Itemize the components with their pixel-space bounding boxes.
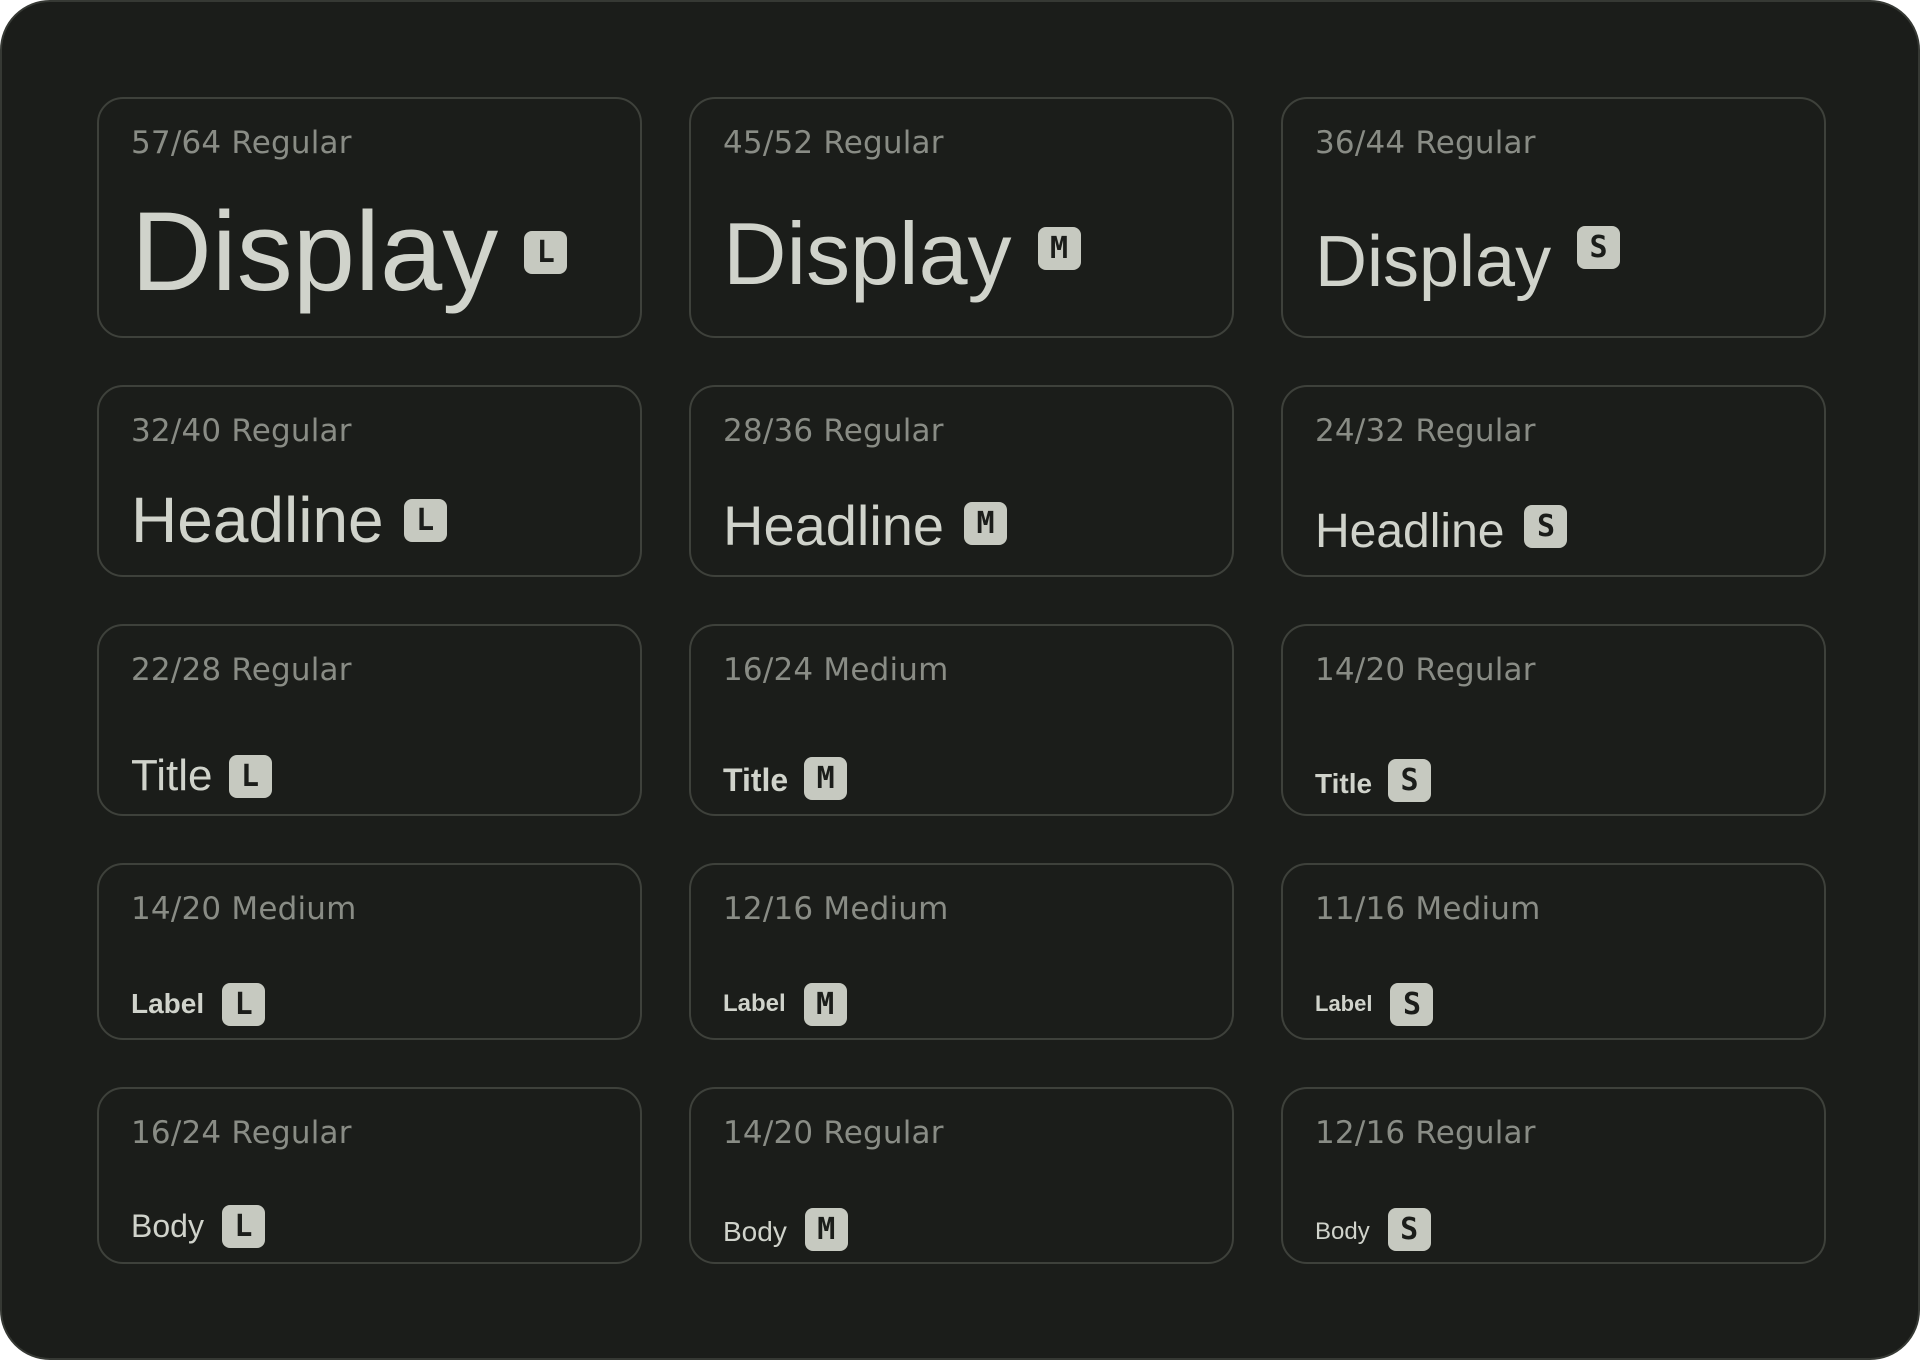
display-small-spec: 36/44 Regular (1315, 125, 1536, 161)
body-small-name: Body (1315, 1218, 1370, 1245)
body-medium-spec: 14/20 Regular (723, 1115, 944, 1151)
display-medium-sample: Display M (723, 177, 1081, 319)
headline-large-size-badge: L (403, 498, 447, 542)
headline-medium-size-badge: M (964, 501, 1008, 545)
display-small-card: 36/44 Regular Display S (1281, 97, 1826, 338)
body-small-spec: 12/16 Regular (1315, 1115, 1536, 1151)
body-medium-sample: Body M (723, 1191, 848, 1267)
label-medium-size-badge: M (803, 982, 847, 1026)
body-medium-name: Body (723, 1216, 787, 1247)
title-medium-size-badge: M (804, 756, 848, 800)
title-medium-name: Title (723, 762, 789, 798)
label-medium-card: 12/16 Medium Label M (689, 863, 1234, 1040)
headline-small-sample: Headline S (1315, 475, 1568, 577)
label-small-name: Label (1315, 991, 1373, 1016)
label-large-card: 14/20 Medium Label L (97, 863, 642, 1040)
display-large-name: Display (131, 189, 499, 314)
display-large-spec: 57/64 Regular (131, 125, 352, 161)
label-small-sample: Label S (1315, 969, 1434, 1039)
headline-small-card: 24/32 Regular Headline S (1281, 385, 1826, 577)
title-large-name: Title (131, 751, 213, 800)
display-medium-spec: 45/52 Regular (723, 125, 944, 161)
label-large-spec: 14/20 Medium (131, 891, 357, 927)
title-large-sample: Title L (131, 736, 272, 816)
body-large-spec: 16/24 Regular (131, 1115, 352, 1151)
type-scale-grid: 57/64 Regular Display L 45/52 Regular Di… (97, 97, 1827, 1264)
headline-large-sample: Headline L (131, 475, 447, 565)
body-large-sample: Body L (131, 1191, 265, 1261)
display-small-size-badge: S (1577, 225, 1621, 269)
display-medium-size-badge: M (1037, 226, 1081, 270)
title-small-sample: Title S (1315, 736, 1432, 824)
headline-medium-name: Headline (723, 494, 945, 557)
label-large-size-badge: L (222, 982, 266, 1026)
headline-small-spec: 24/32 Regular (1315, 413, 1536, 449)
title-large-card: 22/28 Regular Title L (97, 624, 642, 816)
headline-large-name: Headline (131, 484, 384, 556)
label-medium-sample: Label M (723, 969, 847, 1039)
headline-large-spec: 32/40 Regular (131, 413, 352, 449)
body-small-size-badge: S (1387, 1207, 1431, 1251)
headline-medium-card: 28/36 Regular Headline M (689, 385, 1234, 577)
headline-medium-spec: 28/36 Regular (723, 413, 944, 449)
type-scale-panel: 57/64 Regular Display L 45/52 Regular Di… (0, 0, 1920, 1360)
title-small-size-badge: S (1388, 758, 1432, 802)
display-large-size-badge: L (524, 230, 568, 274)
label-small-size-badge: S (1390, 982, 1434, 1026)
body-medium-card: 14/20 Regular Body M (689, 1087, 1234, 1264)
headline-medium-sample: Headline M (723, 475, 1008, 571)
label-medium-spec: 12/16 Medium (723, 891, 949, 927)
body-large-size-badge: L (221, 1204, 265, 1248)
display-large-card: 57/64 Regular Display L (97, 97, 642, 338)
display-medium-card: 45/52 Regular Display M (689, 97, 1234, 338)
display-small-name: Display (1315, 222, 1552, 302)
title-large-spec: 22/28 Regular (131, 652, 352, 688)
body-small-sample: Body S (1315, 1191, 1431, 1267)
display-medium-name: Display (723, 204, 1012, 303)
title-large-size-badge: L (228, 754, 272, 798)
title-small-card: 14/20 Regular Title S (1281, 624, 1826, 816)
body-large-card: 16/24 Regular Body L (97, 1087, 642, 1264)
body-large-name: Body (131, 1208, 204, 1244)
display-small-sample: Display S (1315, 177, 1621, 317)
title-medium-spec: 16/24 Medium (723, 652, 949, 688)
label-large-sample: Label L (131, 969, 266, 1039)
label-small-spec: 11/16 Medium (1315, 891, 1541, 927)
title-small-spec: 14/20 Regular (1315, 652, 1536, 688)
title-small-name: Title (1315, 768, 1373, 799)
title-medium-sample: Title M (723, 736, 848, 820)
label-small-card: 11/16 Medium Label S (1281, 863, 1826, 1040)
body-small-card: 12/16 Regular Body S (1281, 1087, 1826, 1264)
label-medium-name: Label (723, 990, 786, 1017)
display-large-sample: Display L (131, 177, 568, 327)
headline-small-size-badge: S (1524, 504, 1568, 548)
title-medium-card: 16/24 Medium Title M (689, 624, 1234, 816)
label-large-name: Label (131, 988, 205, 1019)
body-medium-size-badge: M (804, 1207, 848, 1251)
headline-large-card: 32/40 Regular Headline L (97, 385, 642, 577)
headline-small-name: Headline (1315, 505, 1505, 558)
